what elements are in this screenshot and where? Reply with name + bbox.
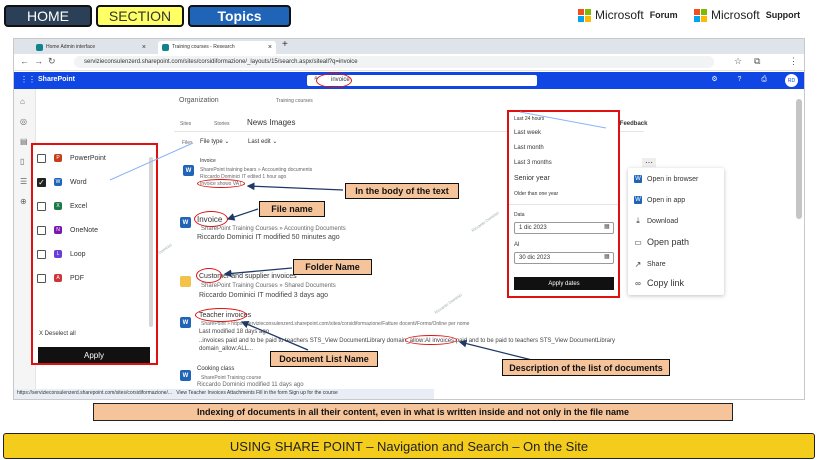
arrow	[226, 208, 259, 221]
annotation-arrows	[109, 111, 607, 361]
callout-document-list-description: Description of the list of documents	[502, 359, 670, 376]
callout-body-text: In the body of the text	[345, 183, 459, 199]
arrow	[223, 267, 293, 278]
arrow	[240, 320, 309, 351]
callout-document-list-name: Document List Name	[270, 351, 378, 367]
pointer-line	[519, 111, 607, 129]
callout-folder-name: Folder Name	[293, 259, 372, 275]
pointer-line	[109, 142, 194, 181]
footer-title: USING SHARE POINT – Navigation and Searc…	[3, 433, 815, 459]
slide: HOME SECTION Topics Microsoft Forum Micr…	[0, 0, 818, 460]
callout-file-name: File name	[259, 201, 325, 217]
caption: Indexing of documents in all their conte…	[93, 403, 733, 421]
arrow	[458, 339, 533, 361]
arrow	[246, 182, 344, 191]
